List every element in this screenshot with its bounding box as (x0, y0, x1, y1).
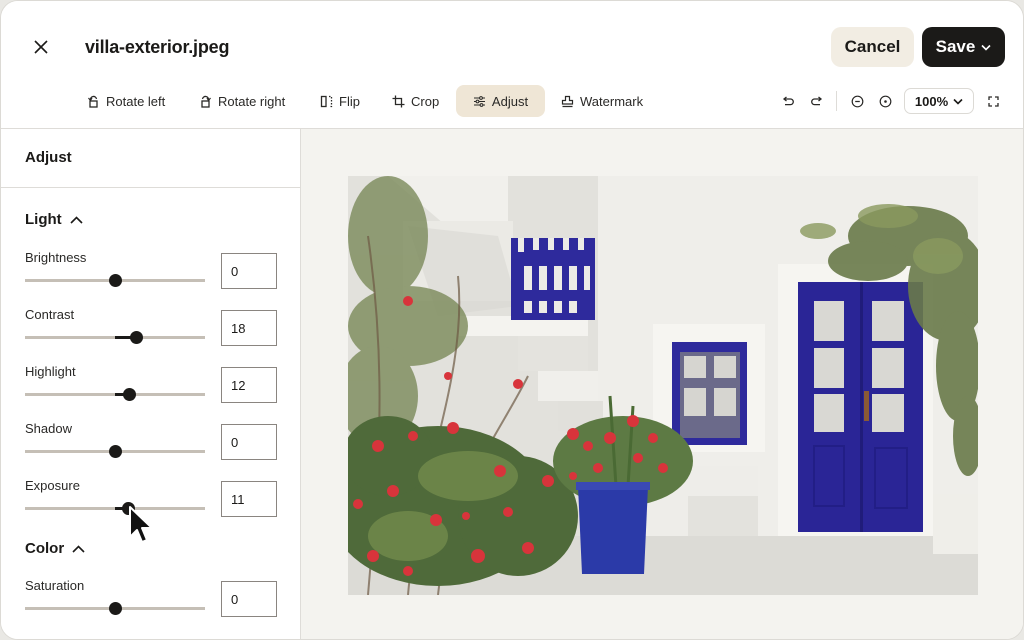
slider-thumb[interactable] (108, 602, 122, 615)
save-label: Save (935, 37, 976, 56)
cancel-button[interactable]: Cancel (831, 27, 914, 67)
edit-toolbar: Rotate left Rotate right Flip Crop Adjus… (1, 85, 1023, 117)
chevron-down-icon (953, 98, 963, 105)
crop-label: Crop (411, 93, 440, 109)
stamp-icon (561, 95, 574, 107)
file-name: villa-exterior.jpeg (85, 37, 230, 57)
zoom-level-select[interactable]: 100% (904, 88, 974, 114)
slider-thumb[interactable] (130, 331, 144, 344)
close-icon (34, 40, 48, 54)
fullscreen-icon (987, 95, 999, 107)
zoom-in-icon (879, 95, 891, 107)
watermark-label: Watermark (580, 93, 644, 109)
contrast-input[interactable] (221, 310, 277, 346)
control-label: Highlight (25, 364, 76, 379)
exposure-input[interactable] (221, 481, 277, 517)
brightness-control: Brightness (25, 250, 277, 293)
rotate-right-label: Rotate right (218, 93, 286, 109)
crop-button[interactable]: Crop (382, 85, 449, 117)
fullscreen-button[interactable] (985, 93, 1001, 109)
crop-icon (392, 95, 405, 107)
flip-icon (320, 95, 333, 107)
chevron-up-icon (72, 544, 85, 553)
rotate-right-icon (201, 95, 211, 108)
villa-photo-illustration (348, 176, 978, 595)
control-label: Saturation (25, 578, 85, 593)
exposure-control: Exposure (25, 478, 277, 521)
panel-divider (1, 187, 301, 188)
chevron-down-icon (981, 44, 991, 51)
undo-icon (782, 95, 794, 105)
adjust-label: Adjust (491, 93, 529, 109)
image-canvas (301, 129, 1023, 639)
contrast-control: Contrast (25, 307, 277, 350)
close-button[interactable] (29, 35, 53, 59)
slider-thumb[interactable] (121, 502, 135, 515)
adjust-panel: Adjust Light Brightness Contrast Highlig… (1, 129, 301, 639)
toolbar-divider (836, 91, 837, 111)
highlight-input[interactable] (221, 367, 277, 403)
slider-thumb[interactable] (122, 388, 136, 401)
control-label: Shadow (25, 421, 72, 436)
undo-button[interactable] (780, 93, 796, 109)
contrast-slider[interactable] (25, 331, 205, 344)
section-toggle-light[interactable]: Light (25, 211, 83, 228)
watermark-button[interactable]: Watermark (551, 85, 653, 117)
adjust-button[interactable]: Adjust (456, 85, 545, 117)
redo-icon (810, 95, 822, 105)
rotate-left-label: Rotate left (106, 93, 166, 109)
edited-photo[interactable] (348, 176, 978, 595)
zoom-level-value: 100% (914, 93, 949, 109)
panel-title: Adjust (25, 149, 72, 166)
control-label: Contrast (25, 307, 75, 322)
saturation-slider[interactable] (25, 602, 205, 615)
editor-header: villa-exterior.jpeg Cancel Save Rotate l… (1, 1, 1023, 129)
section-title: Light (25, 211, 62, 228)
sliders-icon (473, 95, 485, 107)
section-title: Color (25, 540, 65, 557)
save-button[interactable]: Save (922, 27, 1005, 67)
highlight-control: Highlight (25, 364, 277, 407)
rotate-right-button[interactable]: Rotate right (189, 85, 295, 117)
brightness-slider[interactable] (25, 274, 205, 287)
control-label: Exposure (25, 478, 80, 493)
chevron-up-icon (70, 215, 83, 224)
shadow-input[interactable] (221, 424, 277, 460)
redo-button[interactable] (808, 93, 824, 109)
slider-thumb[interactable] (108, 274, 122, 287)
saturation-input[interactable] (221, 581, 277, 617)
zoom-out-button[interactable] (849, 93, 865, 109)
image-editor-window: villa-exterior.jpeg Cancel Save Rotate l… (0, 0, 1024, 640)
shadow-control: Shadow (25, 421, 277, 464)
zoom-out-icon (851, 95, 863, 107)
control-label: Brightness (25, 250, 87, 265)
section-toggle-color[interactable]: Color (25, 540, 85, 557)
flip-label: Flip (339, 93, 360, 109)
shadow-slider[interactable] (25, 445, 205, 458)
flip-button[interactable]: Flip (310, 85, 370, 117)
zoom-in-button[interactable] (877, 93, 893, 109)
saturation-control: Saturation (25, 578, 277, 621)
slider-thumb[interactable] (108, 445, 122, 458)
exposure-slider[interactable] (25, 502, 205, 515)
cancel-label: Cancel (844, 37, 901, 56)
brightness-input[interactable] (221, 253, 277, 289)
highlight-slider[interactable] (25, 388, 205, 401)
rotate-left-icon (88, 95, 98, 108)
rotate-left-button[interactable]: Rotate left (77, 85, 175, 117)
